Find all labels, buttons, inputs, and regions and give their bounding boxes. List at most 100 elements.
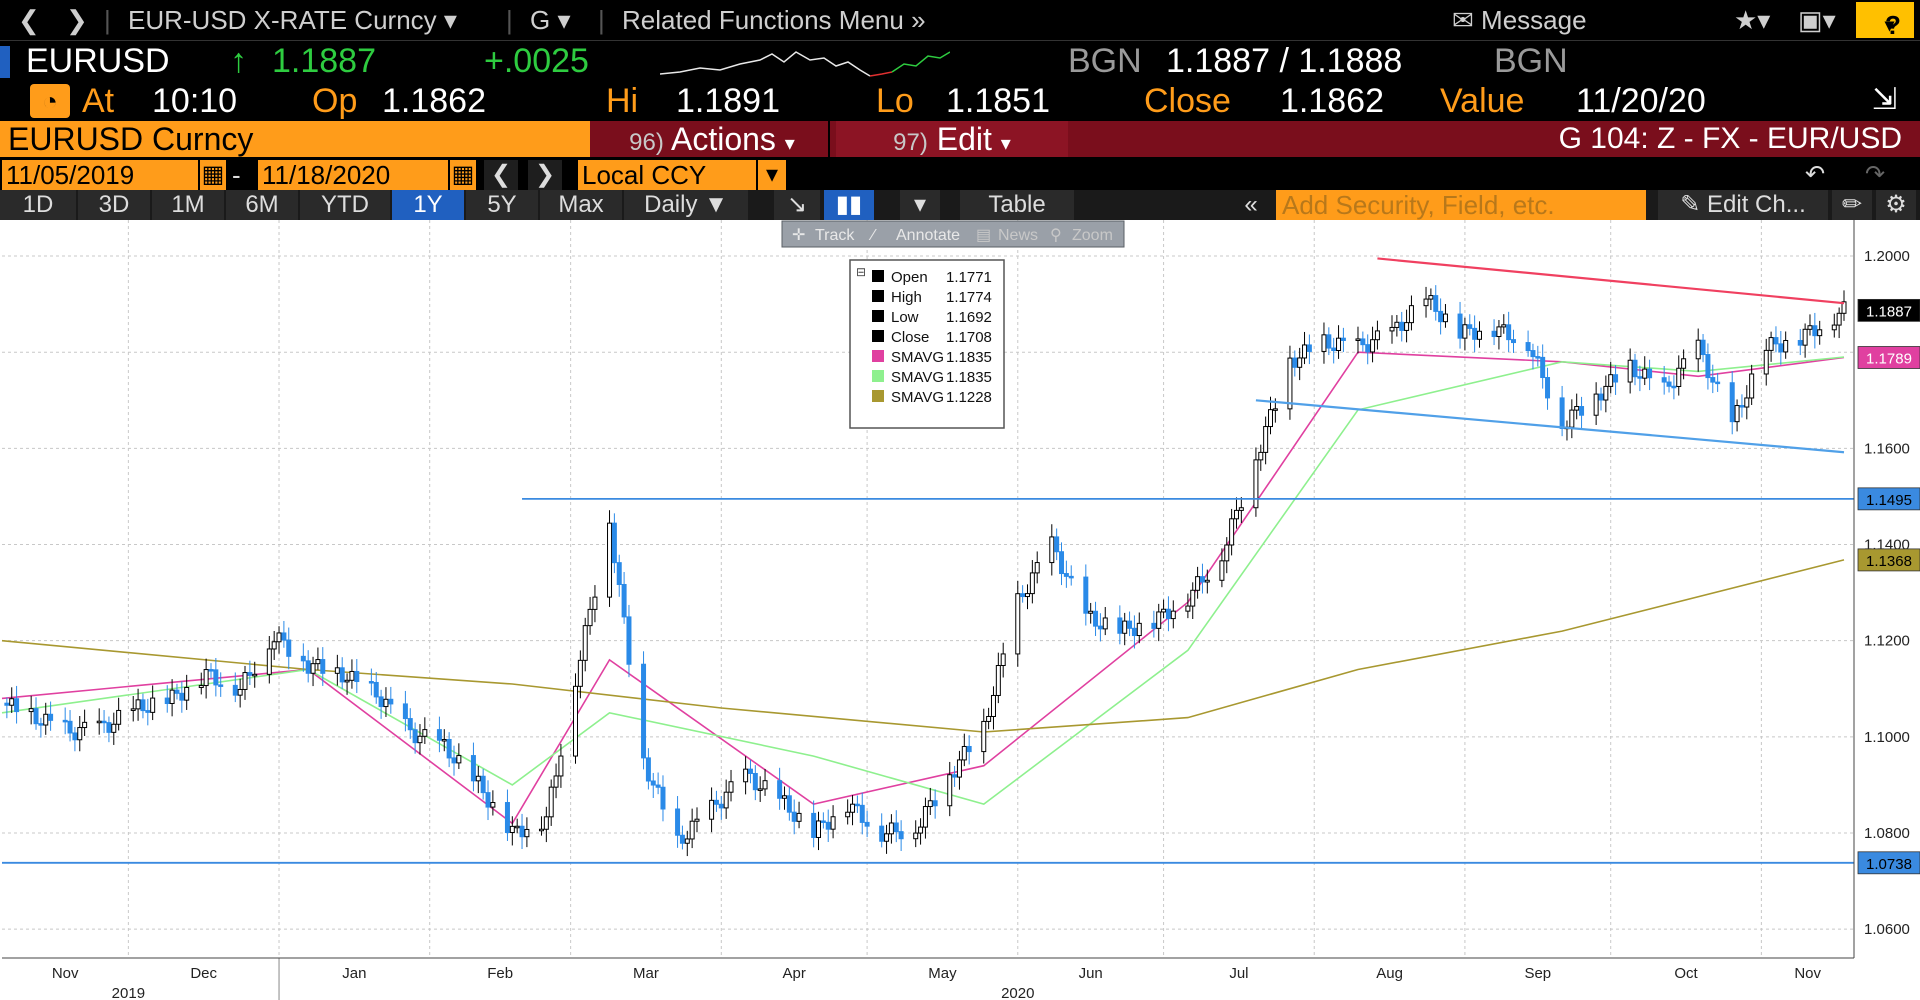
gear-icon[interactable]: ⚙ [1876, 190, 1916, 220]
period-max[interactable]: Max [540, 190, 622, 220]
currency-select[interactable]: Local CCY [578, 160, 756, 190]
candle-body [660, 786, 666, 810]
chart-options-icon[interactable]: ⇲ [1872, 82, 1897, 117]
calendar-icon[interactable]: ▦ [200, 160, 226, 190]
table-button[interactable]: Table [960, 190, 1074, 220]
candle-body [179, 692, 185, 701]
candle-body [140, 699, 146, 712]
news-label: News [998, 227, 1038, 244]
candle-body [709, 799, 715, 820]
price-label: 1.0738 [1866, 856, 1912, 873]
candle-body [436, 729, 442, 741]
chevron-down-icon[interactable]: ▾ [758, 160, 786, 190]
candle-body [1627, 359, 1633, 383]
candle-body [893, 822, 899, 833]
window-icon[interactable]: ▣▾ [1798, 5, 1836, 36]
candlestick-icon[interactable]: ▮▮ [824, 190, 874, 220]
candle-body [1695, 339, 1701, 360]
candle-body [1749, 373, 1755, 399]
zoom-button[interactable]: ⚲ Zoom [1050, 227, 1113, 244]
at-label: At [82, 82, 115, 120]
help-button[interactable]: ? ▾ [1856, 2, 1914, 40]
calendar-icon[interactable]: ▦ [450, 160, 476, 190]
legend-label: Close [891, 329, 929, 346]
candle-body [1097, 625, 1103, 630]
edit-button[interactable]: 97) Edit ▾ [836, 121, 1068, 157]
period-1y[interactable]: 1Y [392, 190, 464, 220]
y-tick-label: 1.0600 [1864, 921, 1910, 938]
start-date-input[interactable]: 11/05/2019 [2, 160, 198, 190]
frequency-label: Daily [644, 191, 698, 218]
period-1m[interactable]: 1M [152, 190, 224, 220]
candle-body [101, 720, 107, 724]
candle-body [237, 688, 243, 696]
candle-body [816, 820, 822, 838]
high-label: Hi [606, 82, 639, 120]
collapse-icon[interactable]: « [1230, 190, 1272, 220]
candle-body [1083, 576, 1089, 614]
y-tick-label: 1.2000 [1864, 248, 1910, 265]
candle-body [1734, 405, 1740, 423]
candle-body [1000, 653, 1006, 667]
next-range-icon[interactable]: ❯ [528, 160, 562, 190]
security-name[interactable]: EURUSD Curncy [0, 121, 590, 157]
draw-icon[interactable]: ✏ [1832, 190, 1872, 220]
candle-body [1122, 620, 1128, 634]
related-functions-menu[interactable]: Related Functions Menu » [622, 5, 926, 36]
back-icon[interactable]: ❮ [18, 5, 40, 36]
candle-body [1195, 576, 1201, 591]
candle-body [825, 821, 831, 830]
legend-label: Low [891, 309, 919, 326]
period-3d[interactable]: 3D [78, 190, 150, 220]
candle-body [611, 522, 617, 564]
gauge-icon[interactable]: ◔ [30, 84, 70, 118]
candle-body [72, 732, 78, 741]
price-label: 1.1887 [1866, 303, 1912, 320]
candle-body [1117, 617, 1123, 634]
candle-body [388, 698, 394, 705]
period-6m[interactable]: 6M [226, 190, 298, 220]
legend-swatch [872, 370, 884, 382]
actions-button[interactable]: 96) Actions ▾ [596, 121, 830, 157]
track-button[interactable]: ✛ Track [792, 227, 855, 244]
candle-body [271, 641, 277, 650]
period-1d[interactable]: 1D [0, 190, 76, 220]
redo-icon[interactable]: ↷ [1850, 160, 1900, 190]
up-arrow-icon: ↑ [230, 42, 247, 80]
ticker-menu[interactable]: EUR-USD X-RATE Curncy ▾ [128, 5, 457, 36]
prev-range-icon[interactable]: ❮ [484, 160, 518, 190]
candle-body [135, 699, 141, 710]
ticker-menu-label: EUR-USD X-RATE Curncy [128, 5, 437, 35]
legend-value: 1.1771 [946, 269, 992, 286]
news-button[interactable]: ▤ News [976, 227, 1038, 244]
favorite-icon[interactable]: ★▾ [1734, 5, 1770, 36]
candle-body [276, 632, 282, 643]
message-button[interactable]: ✉ Message [1452, 5, 1587, 36]
edit-chart-button[interactable]: ✎ Edit Ch... [1658, 190, 1828, 220]
frequency-select[interactable]: Daily ▼ [624, 190, 748, 220]
end-date-input[interactable]: 11/18/2020 [258, 160, 448, 190]
source-right: BGN [1494, 42, 1568, 80]
legend-collapse-icon[interactable]: ⊟ [856, 265, 866, 279]
candle-body [1501, 324, 1507, 328]
candle-body [1637, 376, 1643, 379]
candle-body [1700, 339, 1706, 356]
candle-body [689, 820, 695, 840]
edit-chart-label: Edit Ch... [1707, 191, 1806, 218]
forward-icon[interactable]: ❯ [66, 5, 88, 36]
candle-body [884, 833, 890, 842]
candle-body [344, 679, 350, 683]
line-chart-icon[interactable]: ↘ [774, 190, 820, 220]
g-menu[interactable]: G ▾ [530, 5, 571, 36]
chart-type-dropdown-icon[interactable]: ▾ [900, 190, 940, 220]
period-5y[interactable]: 5Y [466, 190, 538, 220]
undo-icon[interactable]: ↶ [1790, 160, 1840, 190]
period-ytd[interactable]: YTD [300, 190, 390, 220]
price-chart[interactable]: 1.20001.18001.16001.14001.12001.10001.08… [0, 220, 1920, 1000]
candle-body [864, 821, 870, 827]
candle-body [490, 802, 496, 808]
candle-body [913, 832, 919, 840]
add-security-input[interactable]: Add Security, Field, etc. [1276, 190, 1646, 220]
triangle-down-icon: ▼ [704, 191, 728, 218]
candle-body [845, 811, 851, 818]
